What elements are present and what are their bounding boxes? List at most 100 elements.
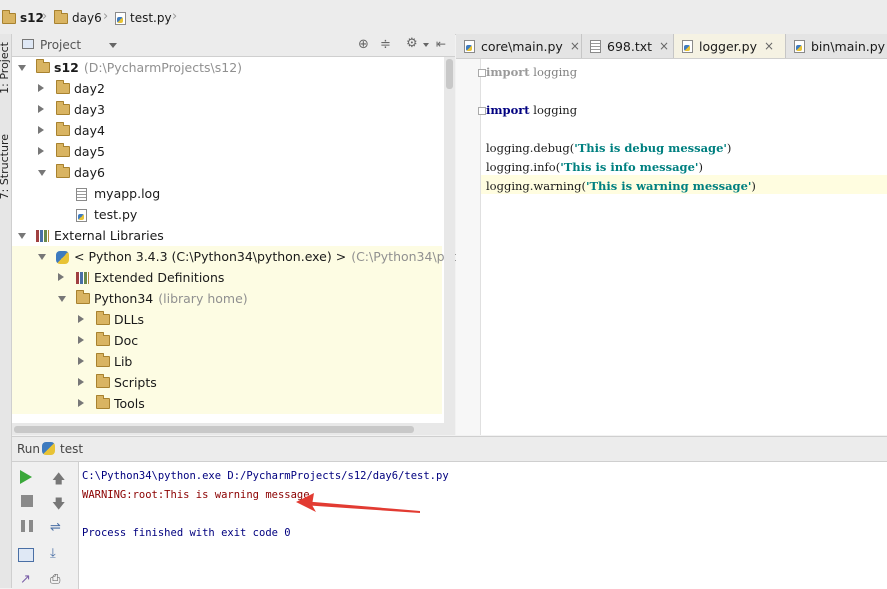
annotation-arrow [296, 493, 420, 513]
fold-marker-icon[interactable] [478, 107, 486, 115]
chevron-down-icon[interactable] [109, 43, 117, 48]
chevron-right-icon[interactable] [78, 357, 84, 365]
tab-core-main-py[interactable]: core\main.py × [456, 34, 582, 58]
tree-item-tools[interactable]: Tools [12, 393, 442, 414]
tree-item-label: Scripts [114, 375, 157, 390]
tree-horizontal-scrollbar[interactable] [12, 423, 444, 435]
close-icon[interactable]: × [570, 39, 580, 53]
tree-item-hint: (library home) [158, 291, 248, 306]
scroll-to-end-icon[interactable]: ⤓ [50, 546, 66, 562]
tree-item-doc[interactable]: Doc [12, 330, 442, 351]
tree-item-text: Python34 (library home) [94, 291, 248, 306]
tree-item-label: s12 [54, 60, 79, 75]
tree-vertical-scrollbar[interactable] [444, 57, 455, 435]
breadcrumb-item-day6[interactable]: day6 [54, 9, 102, 27]
up-arrow-icon[interactable]: 🡅 [52, 470, 68, 487]
tree-item-label: Tools [114, 396, 145, 411]
pin-icon[interactable]: ↗ [20, 572, 36, 588]
tree-item-day5[interactable]: day5 [12, 141, 442, 162]
run-panel-header: Run test [12, 437, 887, 462]
run-panel-title[interactable]: Run [17, 442, 40, 456]
tree-item-myapp-log[interactable]: myapp.log [12, 183, 442, 204]
tree-item-lib[interactable]: Lib [12, 351, 442, 372]
tree-item-day2[interactable]: day2 [12, 78, 442, 99]
chevron-down-icon[interactable] [18, 233, 26, 239]
folder-icon [96, 311, 110, 325]
collapse-all-icon[interactable]: ≑ [380, 37, 391, 52]
gear-icon[interactable]: ⚙ [406, 36, 418, 51]
tree-item-label: Doc [114, 333, 139, 348]
rerun-button[interactable] [20, 470, 32, 484]
hide-panel-icon[interactable]: ⇤ [436, 37, 446, 51]
tree-item-s12[interactable]: s12 (D:\PycharmProjects\s12) [12, 57, 442, 78]
tree-item-label: < Python 3.4.3 (C:\Python34\python.exe) … [74, 249, 347, 264]
chevron-down-icon[interactable] [423, 43, 429, 47]
tree-item-day3[interactable]: day3 [12, 99, 442, 120]
chevron-down-icon[interactable] [18, 65, 26, 71]
soft-wrap-icon[interactable]: ⇌ [50, 520, 66, 536]
python-interpreter-icon [56, 251, 69, 264]
close-icon[interactable]: × [659, 39, 669, 53]
close-icon[interactable]: × [764, 39, 774, 53]
code-editor[interactable]: import logging import logging logging.de… [456, 59, 887, 435]
chevron-right-icon[interactable] [58, 273, 64, 281]
tree-item-day6[interactable]: day6 [12, 162, 442, 183]
chevron-right-icon[interactable] [38, 147, 44, 155]
python-file-icon [76, 209, 87, 222]
run-toolbar: ↗ 🡅 🡇 ⇌ ⤓ ⎙ [12, 462, 79, 589]
chevron-right-icon[interactable] [78, 378, 84, 386]
tree-item-dlls[interactable]: DLLs [12, 309, 442, 330]
tree-item-label: Python34 [94, 291, 154, 306]
breadcrumb-item-test-py[interactable]: test.py [115, 9, 172, 27]
tab-logger-py[interactable]: logger.py × [674, 34, 786, 58]
chevron-down-icon[interactable] [58, 296, 66, 302]
print-icon[interactable]: ⎙ [50, 572, 66, 588]
project-panel-title[interactable]: Project [40, 38, 81, 52]
project-view-icon [22, 39, 34, 49]
chevron-right-icon[interactable] [38, 84, 44, 92]
chevron-right-icon[interactable] [38, 126, 44, 134]
folder-icon [96, 332, 110, 346]
tree-item-label: Extended Definitions [94, 270, 225, 285]
tree-item-extended-definitions[interactable]: Extended Definitions [12, 267, 442, 288]
tree-item-label: day2 [74, 81, 105, 96]
console-exit-message: Process finished with exit code 0 [82, 527, 291, 539]
chevron-right-icon[interactable] [78, 399, 84, 407]
chevron-right-icon[interactable] [38, 105, 44, 113]
fold-marker-icon[interactable] [478, 69, 486, 77]
python-file-icon [682, 39, 693, 53]
project-panel: Project ⊕ ≑ ⚙ ⇤ s12 (D:\PycharmProjects\s… [12, 34, 484, 435]
folder-icon [96, 374, 110, 388]
navigation-bar: s12 › day6 › test.py › [0, 0, 887, 35]
scrollbar-thumb[interactable] [14, 426, 414, 433]
down-arrow-icon[interactable]: 🡇 [52, 495, 68, 512]
chevron-down-icon[interactable] [38, 254, 46, 260]
breadcrumb-item-s12[interactable]: s12 [2, 9, 44, 27]
python-file-icon [115, 11, 126, 25]
tree-item-test-py[interactable]: test.py [12, 204, 442, 225]
tree-item-external-libraries[interactable]: External Libraries [12, 225, 442, 246]
chevron-down-icon[interactable] [38, 170, 46, 176]
library-icon [76, 272, 89, 284]
pause-button[interactable] [21, 520, 33, 532]
locate-icon[interactable]: ⊕ [358, 37, 369, 52]
restore-layout-icon[interactable] [18, 548, 34, 562]
run-config-name[interactable]: test [60, 442, 83, 456]
code-line-1: import logging [486, 65, 578, 79]
tab-bin-main-py[interactable]: bin\main.py [786, 34, 887, 58]
text-file-icon [590, 39, 601, 53]
tool-tab-project[interactable]: 1: Project [0, 42, 11, 94]
chevron-right-icon[interactable] [78, 315, 84, 323]
tree-item-label: day5 [74, 144, 105, 159]
tool-tab-structure[interactable]: 7: Structure [0, 134, 11, 199]
tree-item-scripts[interactable]: Scripts [12, 372, 442, 393]
scrollbar-thumb[interactable] [446, 59, 453, 89]
tab-698-txt[interactable]: 698.txt × [582, 34, 674, 58]
tree-item-day4[interactable]: day4 [12, 120, 442, 141]
chevron-right-icon[interactable] [78, 336, 84, 344]
stop-button[interactable] [21, 495, 33, 507]
tree-item-python34[interactable]: Python34 (library home) [12, 288, 442, 309]
package-folder-icon [56, 80, 70, 94]
tree-item-python-3-4-3-c-python34-python-exe[interactable]: < Python 3.4.3 (C:\Python34\python.exe) … [12, 246, 484, 267]
editor-gutter [456, 59, 481, 435]
